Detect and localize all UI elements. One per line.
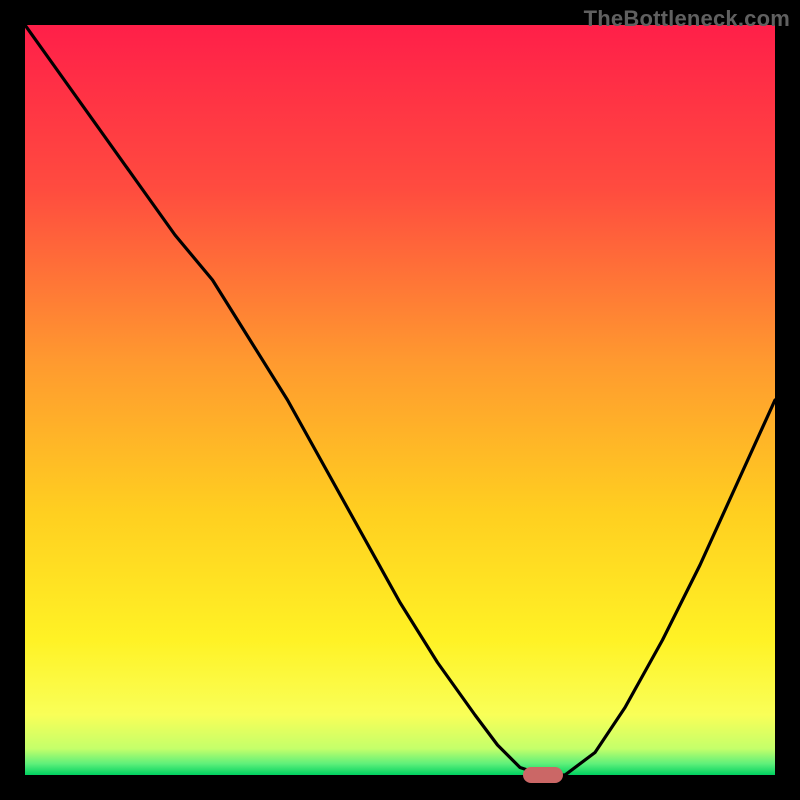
bottleneck-curve — [25, 25, 775, 775]
chart-frame: TheBottleneck.com — [0, 0, 800, 800]
watermark-text: TheBottleneck.com — [584, 6, 790, 32]
plot-area — [25, 25, 775, 775]
optimum-marker — [523, 767, 563, 783]
